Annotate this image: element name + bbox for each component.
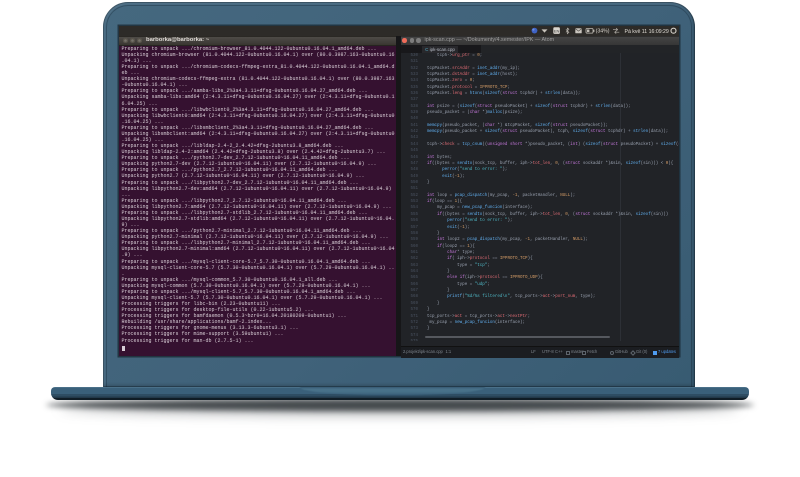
svg-text:(34%): (34%): [596, 29, 610, 35]
svg-text:Pá kvě 11 16:09:29: Pá kvě 11 16:09:29: [625, 29, 669, 35]
svg-text:EN: EN: [554, 28, 560, 33]
